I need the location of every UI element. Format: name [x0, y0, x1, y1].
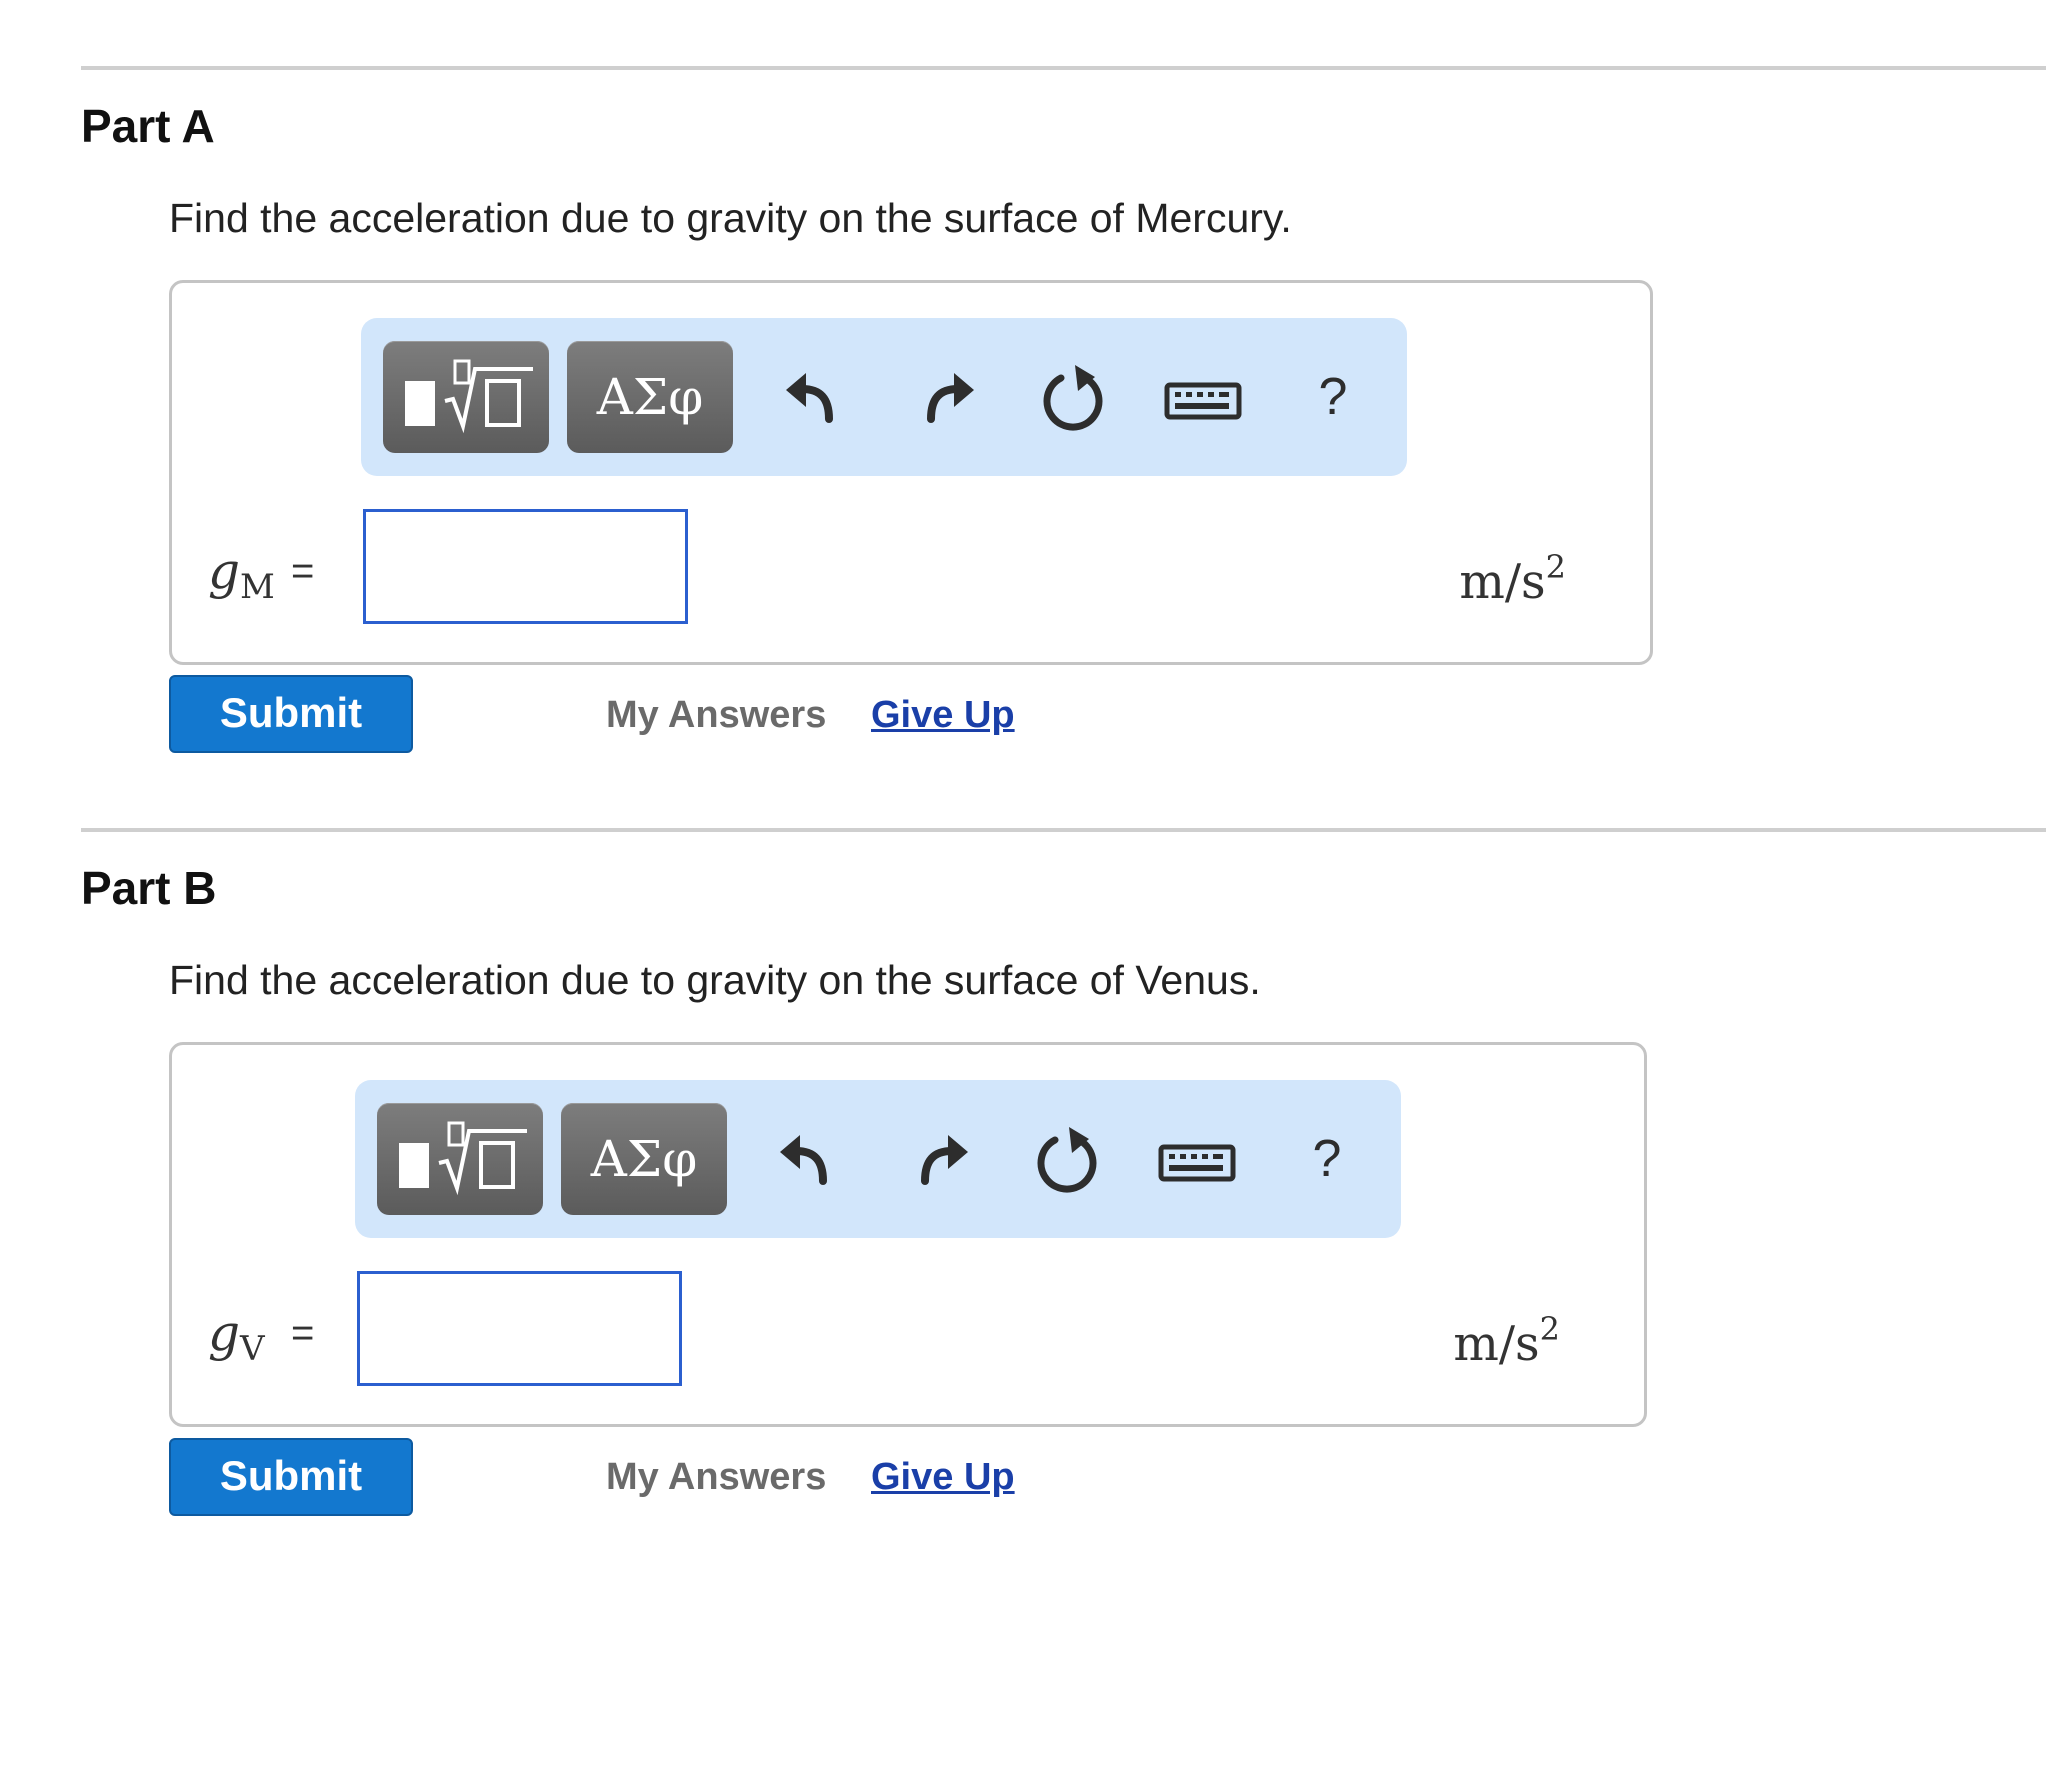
redo-button[interactable]: [888, 1109, 988, 1209]
units-base: m/s: [1453, 1316, 1540, 1372]
units-base: m/s: [1459, 554, 1546, 610]
answer-input[interactable]: [357, 1271, 682, 1386]
greek-letters-icon: ΑΣφ: [596, 368, 704, 426]
submit-button[interactable]: Submit: [169, 675, 413, 753]
units-label: m/s2: [1453, 1299, 1560, 1374]
give-up-link[interactable]: Give Up: [871, 1452, 1015, 1502]
math-toolbar: ΑΣφ ?: [355, 1080, 1401, 1238]
units-exponent: 2: [1539, 1310, 1560, 1348]
help-icon: ?: [1312, 1130, 1342, 1188]
reset-icon: [1037, 1127, 1097, 1193]
section-divider: [81, 828, 2046, 832]
reset-button[interactable]: [1023, 347, 1123, 447]
undo-icon: [786, 373, 833, 423]
redo-icon: [927, 373, 974, 423]
give-up-link[interactable]: Give Up: [871, 690, 1015, 740]
equals-sign: =: [291, 1311, 315, 1355]
undo-button[interactable]: [760, 1109, 860, 1209]
greek-letters-button[interactable]: ΑΣφ: [561, 1103, 727, 1215]
part-title: Part B: [81, 862, 217, 914]
question-text: Find the acceleration due to gravity on …: [169, 195, 1292, 241]
variable-label: gV: [208, 1303, 265, 1379]
keyboard-icon: [1164, 382, 1242, 420]
units-exponent: 2: [1545, 548, 1566, 586]
undo-button[interactable]: [766, 347, 866, 447]
templates-button[interactable]: [377, 1103, 543, 1215]
help-icon: ?: [1318, 368, 1348, 426]
units-label: m/s2: [1459, 537, 1566, 612]
reset-icon: [1043, 365, 1103, 431]
equals-sign: =: [291, 549, 315, 593]
keyboard-icon: [1158, 1144, 1236, 1182]
answer-box: ΑΣφ: [169, 280, 1653, 665]
my-answers-link[interactable]: My Answers: [606, 1452, 826, 1502]
variable-label: gM: [208, 541, 275, 617]
math-toolbar: ΑΣφ ?: [361, 318, 1407, 476]
variable-subscript: M: [240, 567, 275, 607]
help-button[interactable]: ?: [1283, 347, 1383, 447]
help-button[interactable]: ?: [1277, 1109, 1377, 1209]
answer-box: ΑΣφ: [169, 1042, 1647, 1427]
greek-letters-button[interactable]: ΑΣφ: [567, 341, 733, 453]
question-text: Find the acceleration due to gravity on …: [169, 957, 1261, 1003]
part-title: Part A: [81, 100, 215, 152]
variable-symbol: g: [208, 542, 241, 600]
templates-button[interactable]: [383, 341, 549, 453]
reset-button[interactable]: [1017, 1109, 1117, 1209]
templates-icon: [405, 359, 533, 434]
redo-icon: [921, 1135, 968, 1185]
my-answers-link[interactable]: My Answers: [606, 690, 826, 740]
redo-button[interactable]: [894, 347, 994, 447]
keyboard-button[interactable]: [1147, 1109, 1247, 1209]
answer-input[interactable]: [363, 509, 688, 624]
submit-button[interactable]: Submit: [169, 1438, 413, 1516]
templates-icon: [399, 1121, 527, 1196]
variable-subscript: V: [240, 1329, 265, 1369]
greek-letters-icon: ΑΣφ: [590, 1130, 698, 1188]
section-divider: [81, 66, 2046, 70]
variable-symbol: g: [208, 1304, 241, 1362]
keyboard-button[interactable]: [1153, 347, 1253, 447]
undo-icon: [780, 1135, 827, 1185]
